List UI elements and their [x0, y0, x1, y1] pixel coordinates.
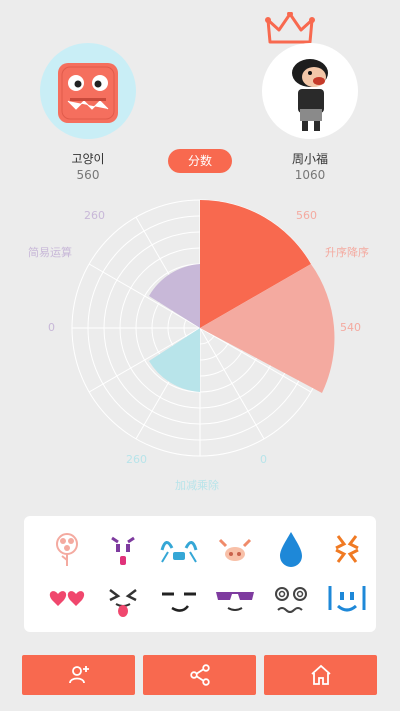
water-drop-icon[interactable]: [266, 528, 316, 568]
left-value: 0: [48, 321, 55, 334]
sector-left: [149, 264, 200, 328]
home-icon: [310, 664, 331, 685]
home-button[interactable]: [264, 655, 377, 695]
right-value: 540: [340, 321, 361, 334]
tongue-out-icon[interactable]: [98, 580, 148, 620]
bottom-right-value: 0: [260, 453, 267, 466]
top-left-value: 260: [84, 209, 105, 222]
flower-icon[interactable]: [42, 528, 92, 568]
emoji-panel: [24, 516, 376, 632]
top-right-value: 560: [296, 209, 317, 222]
right-category-label: 升序降序: [325, 246, 369, 259]
smirk-icon[interactable]: [154, 580, 204, 620]
devil-icon[interactable]: [98, 528, 148, 568]
bottom-category-label: 加减乘除: [175, 479, 219, 492]
sector-bottom: [149, 328, 200, 392]
bottom-left-value: 260: [126, 453, 147, 466]
sunglasses-icon[interactable]: [210, 580, 260, 620]
crying-icon[interactable]: [154, 528, 204, 568]
add-friend-button[interactable]: [22, 655, 135, 695]
left-category-label: 简易运算: [28, 246, 72, 259]
dizzy-icon[interactable]: [266, 580, 316, 620]
smile-icon[interactable]: [322, 580, 372, 620]
anger-icon[interactable]: [322, 528, 372, 568]
heart-eyes-icon[interactable]: [42, 580, 92, 620]
pig-face-icon[interactable]: [210, 528, 260, 568]
share-icon: [189, 664, 210, 686]
share-button[interactable]: [143, 655, 256, 695]
add-friend-icon: [68, 666, 89, 684]
